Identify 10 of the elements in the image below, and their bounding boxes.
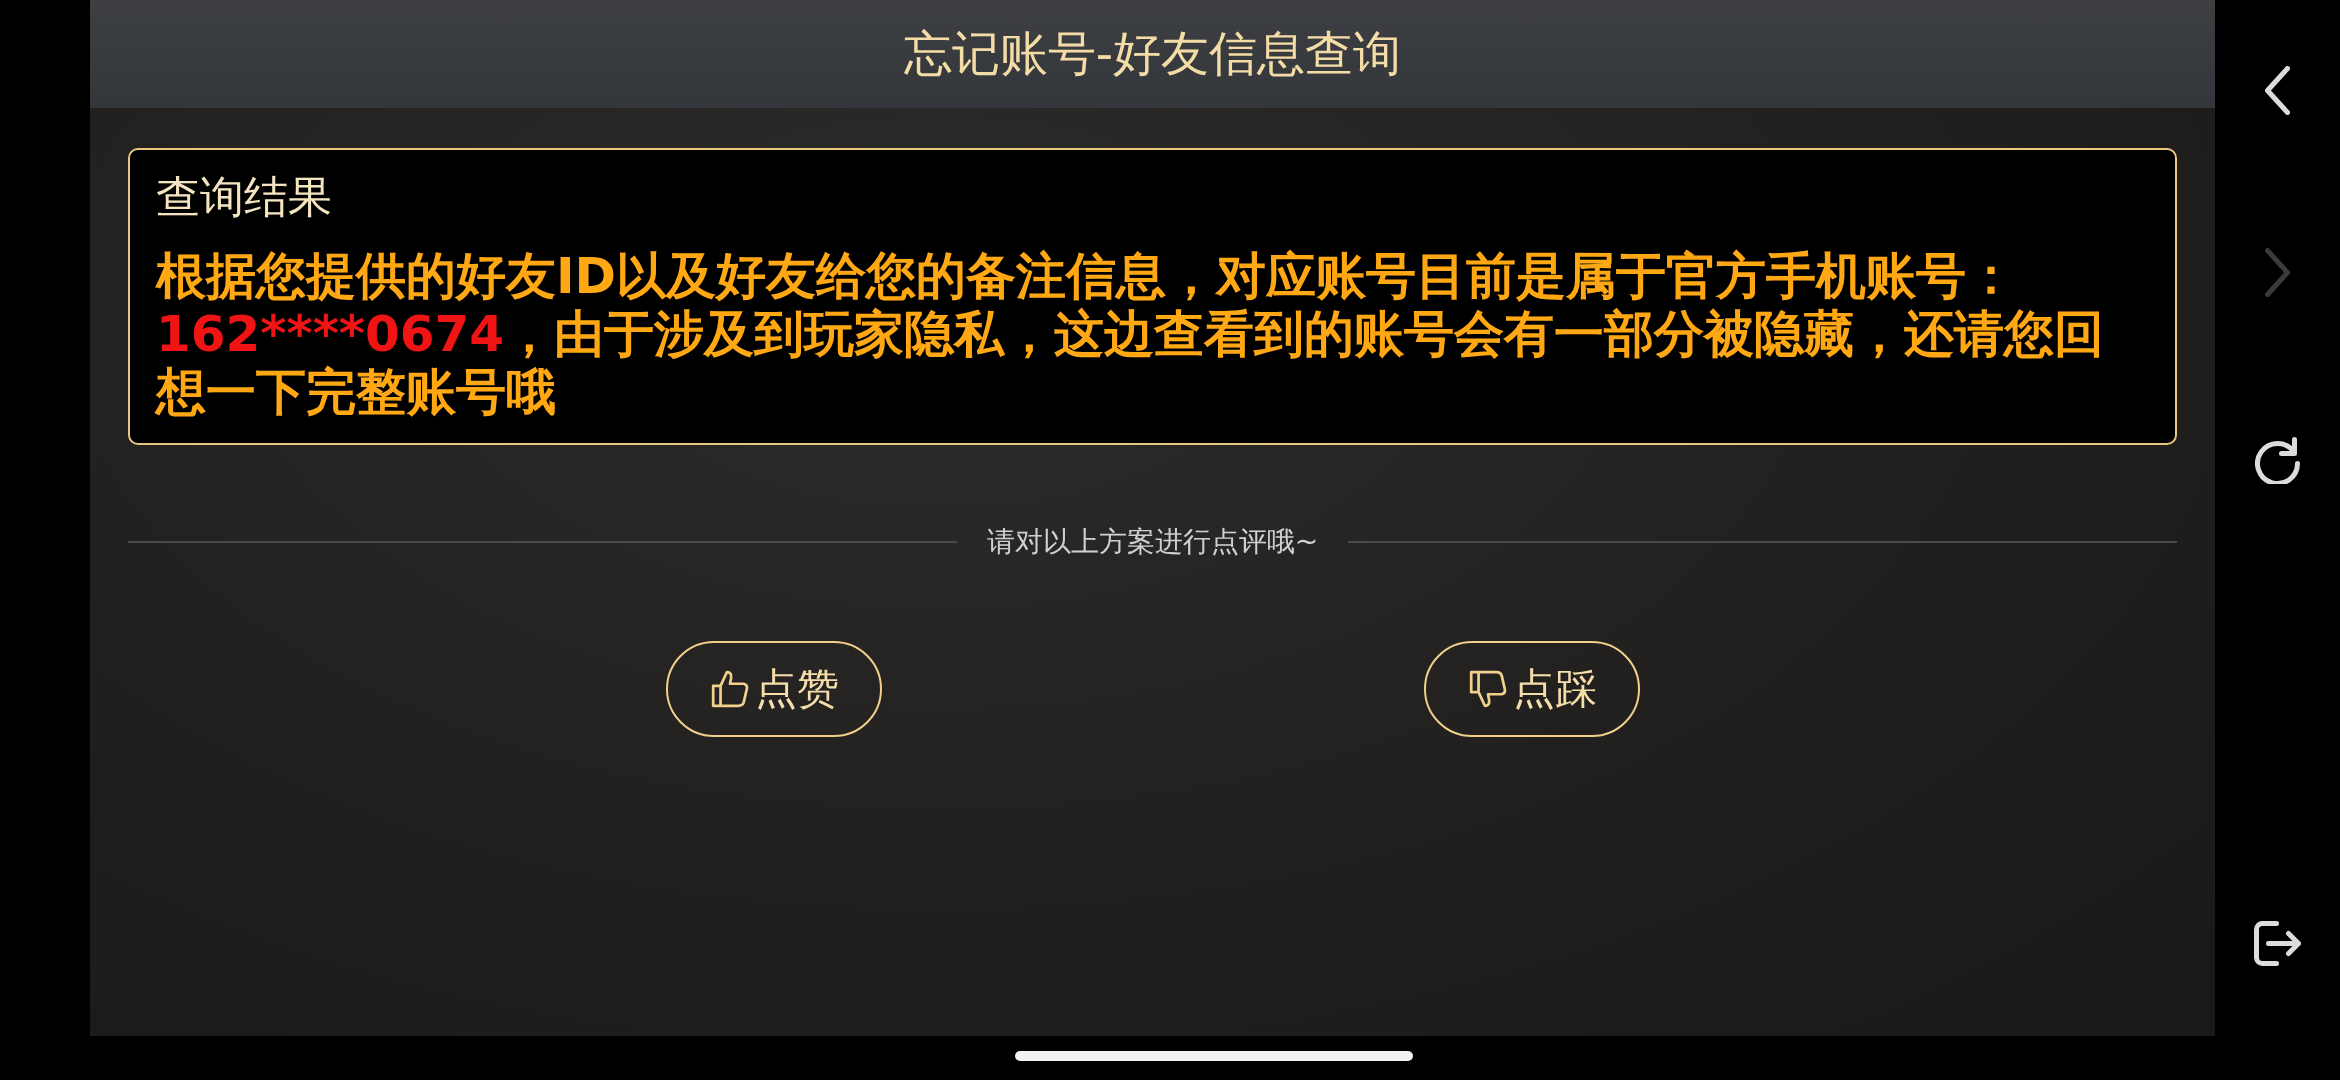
card-title: 查询结果 [156,170,333,224]
forward-icon [2265,247,2290,297]
dislike-button[interactable]: 点踩 [1423,641,1640,737]
result-message: 根据您提供的好友ID以及好友给您的备注信息，对应账号目前是属于官方手机账号： 162****0674，由于涉及到玩家隐私，这边查看到的账号会有一部分被隐藏，还请您回想一下完整账号哦 [156,247,2106,421]
refresh-icon [2255,436,2300,484]
back-icon [2265,65,2290,115]
like-button[interactable]: 点赞 [665,641,882,737]
page-title: 忘记账号-好友信息查询 [903,24,1402,83]
rating-prompt: 请对以上方案进行点评哦~ [986,524,1319,560]
exit-icon [2254,920,2301,966]
